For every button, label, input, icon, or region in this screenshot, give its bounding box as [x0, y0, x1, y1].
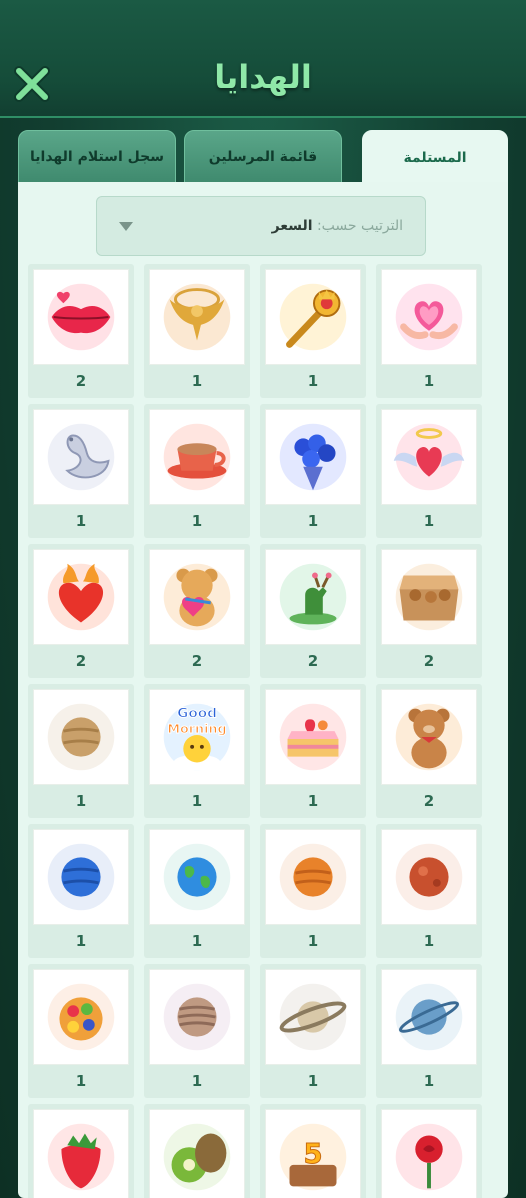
teddy-bear-heart-gift-icon: [149, 549, 245, 645]
gift-count: 1: [423, 1072, 435, 1090]
gift-card[interactable]: 1: [28, 964, 134, 1098]
gift-count: 1: [75, 792, 87, 810]
gift-card[interactable]: 1: [260, 264, 366, 398]
gift-count: 1: [191, 1072, 203, 1090]
gift-card[interactable]: 5: [260, 1104, 366, 1198]
gift-count: 2: [307, 652, 319, 670]
gift-card[interactable]: Good Morning 1: [144, 684, 250, 818]
gift-card[interactable]: 1: [260, 964, 366, 1098]
gift-card[interactable]: 2: [144, 544, 250, 678]
gift-card[interactable]: 1: [144, 404, 250, 538]
fire-heart-gift-icon: [33, 549, 129, 645]
gift-count: 1: [191, 372, 203, 390]
fruit-bowl-gift-icon: [33, 969, 129, 1065]
gift-count: 1: [191, 792, 203, 810]
gift-count: 2: [191, 652, 203, 670]
good-morning-line2: Morning: [167, 721, 226, 736]
gift-count: 1: [75, 932, 87, 950]
sort-dropdown[interactable]: الترتيب حسب: السعر: [96, 196, 426, 256]
tab-bar: المستلمة قائمة المرسلين سجل استلام الهدا…: [18, 130, 508, 186]
strawberry-cake-gift-icon: [265, 689, 361, 785]
gift-card[interactable]: 1: [376, 264, 482, 398]
sort-value: السعر: [271, 218, 313, 234]
gift-count: 1: [307, 932, 319, 950]
chevron-down-icon: [119, 221, 133, 231]
gift-card[interactable]: 1: [28, 824, 134, 958]
gift-count: 1: [423, 932, 435, 950]
gift-card[interactable]: 2: [28, 544, 134, 678]
gift-count: 1: [75, 1072, 87, 1090]
gift-count: 2: [423, 792, 435, 810]
gift-card[interactable]: 1: [260, 404, 366, 538]
gift-card[interactable]: 2: [376, 684, 482, 818]
gift-count: 1: [423, 372, 435, 390]
gift-count: 1: [191, 932, 203, 950]
blue-rose-bouquet-gift-icon: [265, 409, 361, 505]
gift-card[interactable]: 1: [28, 404, 134, 538]
gift-count: 2: [423, 652, 435, 670]
sort-prefix: الترتيب حسب:: [316, 218, 403, 234]
red-lips-gift-icon: [33, 269, 129, 365]
gift-count: 1: [307, 1072, 319, 1090]
coffee-cup-gift-icon: [149, 409, 245, 505]
gifts-panel: الترتيب حسب: السعر 1 1 1 2 1 1 1 1 2 2 2 2 2 1 Good Mor…: [18, 182, 508, 1198]
winged-heart-gift-icon: [381, 409, 477, 505]
gift-card[interactable]: 1: [376, 824, 482, 958]
tan-planet-gift-icon: [33, 689, 129, 785]
gift-card[interactable]: 1: [260, 824, 366, 958]
gift-card[interactable]: 2: [260, 544, 366, 678]
gift-count: 1: [307, 372, 319, 390]
flower-deer-gift-icon: [265, 549, 361, 645]
gift-count: 1: [307, 512, 319, 530]
good-morning-line1: Good: [177, 705, 217, 721]
saturn-planet-gift-icon: [265, 969, 361, 1065]
gift-card[interactable]: 1: [144, 824, 250, 958]
uranus-planet-gift-icon: [381, 969, 477, 1065]
blue-planet-gift-icon: [33, 829, 129, 925]
cake-number: 5: [303, 1139, 322, 1170]
teddy-bear-gift-icon: [381, 689, 477, 785]
strawberry-gift-icon: [33, 1109, 129, 1198]
tab-senders-list[interactable]: قائمة المرسلين: [184, 130, 342, 184]
cookie-box-gift-icon: [381, 549, 477, 645]
gift-count: 2: [75, 372, 87, 390]
top-bar: الهدايا: [0, 0, 526, 118]
gift-count: 1: [307, 792, 319, 810]
royal-scepter-gift-icon: [265, 269, 361, 365]
heart-hands-gift-icon: [381, 269, 477, 365]
good-morning-sun-gift-icon: Good Morning: [149, 689, 245, 785]
golden-eagle-gift-icon: [149, 269, 245, 365]
gift-card[interactable]: 1: [376, 964, 482, 1098]
crystal-swan-gift-icon: [33, 409, 129, 505]
sort-label: الترتيب حسب: السعر: [272, 218, 403, 234]
gift-card[interactable]: 1: [260, 684, 366, 818]
tab-receive-history[interactable]: سجل استلام الهدايا: [18, 130, 176, 184]
gift-card[interactable]: 2: [28, 264, 134, 398]
gift-count: 2: [75, 652, 87, 670]
gift-card[interactable]: 1: [144, 964, 250, 1098]
gift-count: 1: [423, 512, 435, 530]
tab-received[interactable]: المستلمة: [362, 130, 508, 186]
gift-card[interactable]: 1: [28, 684, 134, 818]
gift-card[interactable]: 2: [376, 544, 482, 678]
gift-card[interactable]: 1: [376, 404, 482, 538]
birthday-cake-5-gift-icon: 5: [265, 1109, 361, 1198]
gift-card[interactable]: 1: [144, 264, 250, 398]
gift-count: 1: [191, 512, 203, 530]
earth-planet-gift-icon: [149, 829, 245, 925]
kiwi-gift-icon: [149, 1109, 245, 1198]
gift-card[interactable]: [28, 1104, 134, 1198]
red-rose-gift-icon: [381, 1109, 477, 1198]
page-title: الهدايا: [214, 58, 312, 96]
jupiter-planet-gift-icon: [149, 969, 245, 1065]
gift-card[interactable]: [376, 1104, 482, 1198]
gift-card[interactable]: [144, 1104, 250, 1198]
mars-planet-gift-icon: [381, 829, 477, 925]
gift-count: 1: [75, 512, 87, 530]
orange-planet-gift-icon: [265, 829, 361, 925]
